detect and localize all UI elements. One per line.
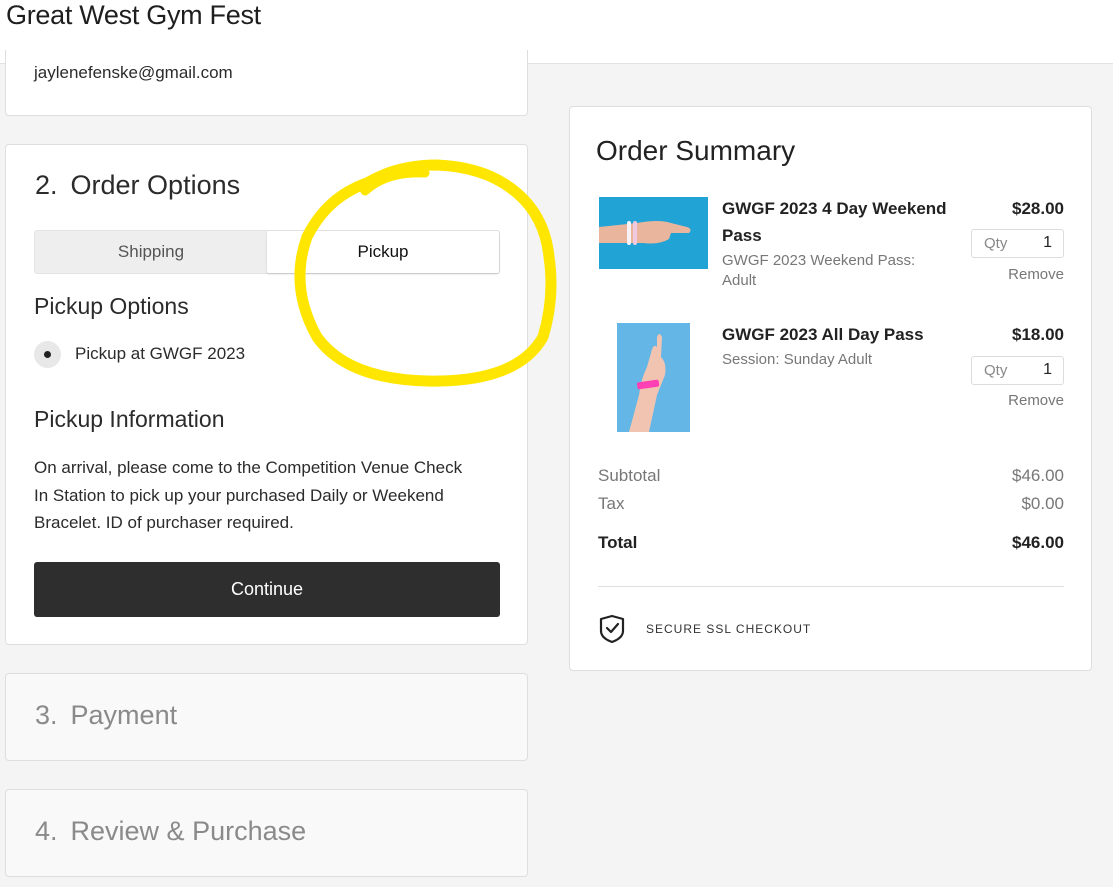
raised-hand-photo [617, 323, 690, 432]
item-description: GWGF 2023 Weekend Pass: Adult [722, 252, 916, 289]
pickup-options-heading: Pickup Options [34, 293, 189, 319]
review-purchase-section[interactable]: 4. Review & Purchase [5, 789, 528, 877]
order-summary-title: Order Summary [596, 135, 796, 166]
payment-section[interactable]: 3. Payment [5, 673, 528, 761]
item-name: GWGF 2023 All Day Pass [722, 325, 924, 344]
subtotal-value: $46.00 [1012, 466, 1064, 485]
pickup-information-text: On arrival, please come to the Competiti… [34, 458, 463, 532]
wrist-band-photo [599, 197, 708, 269]
site-title: Great West Gym Fest [6, 0, 261, 30]
secure-checkout-label: SECURE SSL CHECKOUT [646, 622, 812, 636]
review-heading: 4. Review & Purchase [35, 816, 306, 847]
step-number: 3. [35, 700, 58, 730]
customer-email: jaylenefenske@gmail.com [34, 63, 233, 82]
quantity-field[interactable]: Qty 1 [971, 356, 1064, 385]
total-value: $46.00 [1012, 533, 1064, 552]
item-price: $28.00 [1012, 199, 1064, 218]
order-summary-card: Order Summary GWGF 2023 4 Day Weekend Pa… [569, 106, 1092, 671]
secure-checkout-badge: SECURE SSL CHECKOUT [598, 614, 810, 644]
step-number: 2. [35, 170, 58, 200]
remove-item-link[interactable]: Remove [1008, 266, 1064, 283]
weekend-pass-image [599, 197, 708, 269]
total-row: Total $46.00 [598, 533, 1064, 553]
payment-heading: 3. Payment [35, 700, 177, 731]
subtotal-label: Subtotal [598, 466, 661, 485]
contact-card: jaylenefenske@gmail.com [5, 50, 528, 116]
order-options-heading: 2. Order Options [35, 170, 240, 201]
subtotal-row: Subtotal $46.00 [598, 466, 1064, 486]
fulfillment-toggle: Shipping Pickup [34, 230, 500, 274]
pickup-information-heading: Pickup Information [34, 406, 225, 432]
summary-divider [598, 586, 1064, 587]
total-label: Total [598, 533, 638, 552]
all-day-pass-image [617, 323, 690, 432]
pickup-radio[interactable] [34, 341, 61, 368]
tab-shipping[interactable]: Shipping [35, 231, 267, 273]
continue-button[interactable]: Continue [34, 562, 500, 617]
tax-row: Tax $0.00 [598, 494, 1064, 514]
pickup-option-label: Pickup at GWGF 2023 [75, 344, 246, 363]
step-title: Order Options [70, 170, 241, 200]
item-description: Session: Sunday Adult [722, 351, 873, 368]
qty-value: 1 [1043, 234, 1052, 251]
step-number: 4. [35, 816, 58, 846]
tax-value: $0.00 [1021, 494, 1064, 513]
step-title: Review & Purchase [70, 816, 307, 846]
qty-value: 1 [1043, 361, 1052, 378]
step-title: Payment [70, 700, 178, 730]
remove-item-link[interactable]: Remove [1008, 392, 1064, 409]
quantity-field[interactable]: Qty 1 [971, 229, 1064, 258]
item-name: GWGF 2023 4 Day Weekend Pass [722, 199, 947, 245]
tax-label: Tax [598, 494, 625, 513]
item-price: $18.00 [1012, 325, 1064, 344]
shield-check-icon [599, 614, 625, 644]
qty-label: Qty [984, 235, 1008, 252]
tab-pickup[interactable]: Pickup [267, 231, 499, 273]
qty-label: Qty [984, 362, 1008, 379]
order-options-section: 2. Order Options Shipping Pickup Pickup O… [5, 144, 528, 645]
